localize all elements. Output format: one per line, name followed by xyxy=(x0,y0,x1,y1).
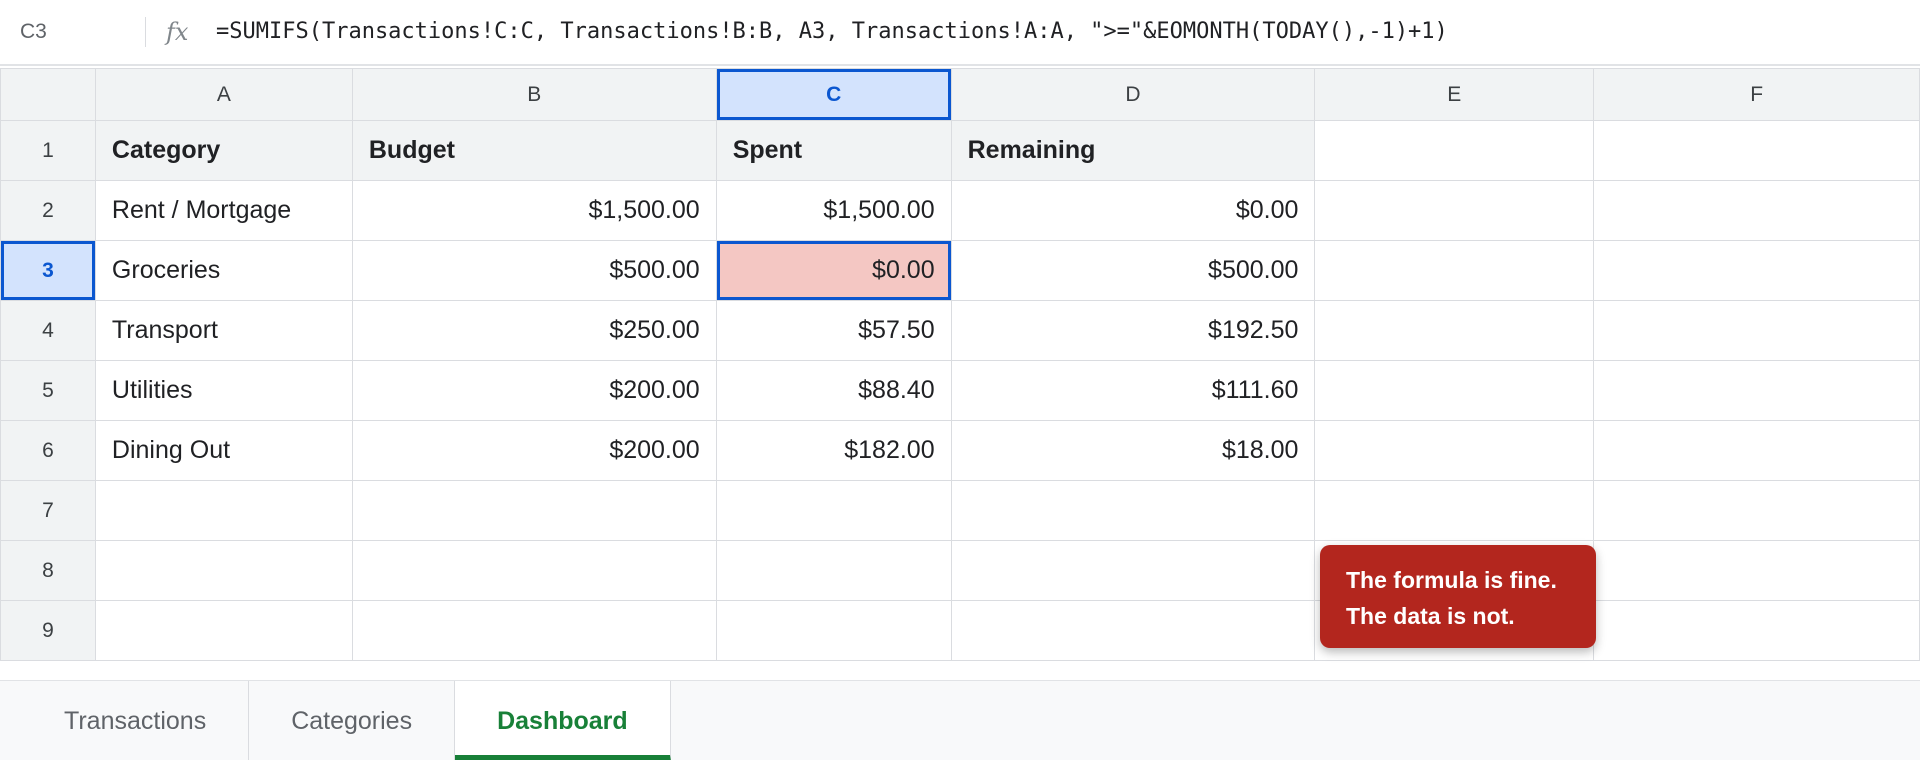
cell-b9[interactable] xyxy=(351,600,717,661)
column-header-d[interactable]: D xyxy=(950,68,1316,121)
cell-e7[interactable] xyxy=(1314,480,1595,541)
cell-c8[interactable] xyxy=(715,540,952,601)
cell-e3[interactable] xyxy=(1314,240,1595,301)
callout-line-1: The formula is fine. xyxy=(1346,567,1557,593)
cell-b7[interactable] xyxy=(351,480,717,541)
cell-e4[interactable] xyxy=(1314,300,1595,361)
cell-d3[interactable]: $500.00 xyxy=(950,240,1316,301)
cell-f7[interactable] xyxy=(1593,480,1920,541)
cell-b6[interactable]: $200.00 xyxy=(351,420,717,481)
cell-f4[interactable] xyxy=(1593,300,1920,361)
row-header[interactable]: 9 xyxy=(0,600,96,661)
cell-f2[interactable] xyxy=(1593,180,1920,241)
cell-c4[interactable]: $57.50 xyxy=(715,300,952,361)
cell-c1[interactable]: Spent xyxy=(715,120,952,181)
fx-icon: fx xyxy=(166,18,189,46)
cell-a3[interactable]: Groceries xyxy=(94,240,353,301)
table-row: 6 Dining Out $200.00 $182.00 $18.00 xyxy=(0,420,1920,481)
cell-e5[interactable] xyxy=(1314,360,1595,421)
callout-line-2: The data is not. xyxy=(1346,603,1515,629)
table-row: 1 Category Budget Spent Remaining xyxy=(0,120,1920,181)
column-header-e[interactable]: E xyxy=(1314,68,1595,121)
cell-f6[interactable] xyxy=(1593,420,1920,481)
select-all-corner[interactable] xyxy=(0,68,96,121)
cell-f8[interactable] xyxy=(1593,540,1920,601)
name-box[interactable]: C3 xyxy=(0,17,146,47)
cell-c5[interactable]: $88.40 xyxy=(715,360,952,421)
column-header-f[interactable]: F xyxy=(1593,68,1920,121)
cell-c6[interactable]: $182.00 xyxy=(715,420,952,481)
cell-d4[interactable]: $192.50 xyxy=(950,300,1316,361)
cell-c2[interactable]: $1,500.00 xyxy=(715,180,952,241)
cell-d2[interactable]: $0.00 xyxy=(950,180,1316,241)
cell-f5[interactable] xyxy=(1593,360,1920,421)
cell-d6[interactable]: $18.00 xyxy=(950,420,1316,481)
row-header[interactable]: 3 xyxy=(0,240,96,301)
cell-b2[interactable]: $1,500.00 xyxy=(351,180,717,241)
cell-f1[interactable] xyxy=(1593,120,1920,181)
cell-d8[interactable] xyxy=(950,540,1316,601)
cell-a2[interactable]: Rent / Mortgage xyxy=(94,180,353,241)
table-row: 3 Groceries $500.00 $0.00 $500.00 xyxy=(0,240,1920,301)
column-header-b[interactable]: B xyxy=(351,68,717,121)
cell-d9[interactable] xyxy=(950,600,1316,661)
cell-a9[interactable] xyxy=(94,600,353,661)
cell-c7[interactable] xyxy=(715,480,952,541)
cell-a1[interactable]: Category xyxy=(94,120,353,181)
formula-input[interactable]: =SUMIFS(Transactions!C:C, Transactions!B… xyxy=(216,17,1448,47)
table-row: 2 Rent / Mortgage $1,500.00 $1,500.00 $0… xyxy=(0,180,1920,241)
cell-c3-selected[interactable]: $0.00 xyxy=(715,240,952,301)
row-header[interactable]: 5 xyxy=(0,360,96,421)
cell-a7[interactable] xyxy=(94,480,353,541)
cell-b3[interactable]: $500.00 xyxy=(351,240,717,301)
row-header[interactable]: 2 xyxy=(0,180,96,241)
formula-bar: C3 fx =SUMIFS(Transactions!C:C, Transact… xyxy=(0,0,1920,66)
cell-a6[interactable]: Dining Out xyxy=(94,420,353,481)
annotation-callout: The formula is fine. The data is not. xyxy=(1320,545,1596,648)
table-row: 8 xyxy=(0,540,1920,601)
row-header[interactable]: 4 xyxy=(0,300,96,361)
cell-e2[interactable] xyxy=(1314,180,1595,241)
cell-f9[interactable] xyxy=(1593,600,1920,661)
row-header[interactable]: 1 xyxy=(0,120,96,181)
column-header-a[interactable]: A xyxy=(94,68,353,121)
cell-c9[interactable] xyxy=(715,600,952,661)
tab-categories[interactable]: Categories xyxy=(249,681,456,760)
cell-e6[interactable] xyxy=(1314,420,1595,481)
tab-transactions[interactable]: Transactions xyxy=(0,681,250,760)
cell-a4[interactable]: Transport xyxy=(94,300,353,361)
row-header[interactable]: 8 xyxy=(0,540,96,601)
cell-b8[interactable] xyxy=(351,540,717,601)
cell-e1[interactable] xyxy=(1314,120,1595,181)
cell-f3[interactable] xyxy=(1593,240,1920,301)
table-row: 9 xyxy=(0,600,1920,661)
column-header-c[interactable]: C xyxy=(715,68,952,121)
cell-d7[interactable] xyxy=(950,480,1316,541)
row-header[interactable]: 6 xyxy=(0,420,96,481)
table-row: 4 Transport $250.00 $57.50 $192.50 xyxy=(0,300,1920,361)
spreadsheet-grid: A B C D E F 1 Category Budget Spent Rema… xyxy=(0,68,1920,661)
cell-b4[interactable]: $250.00 xyxy=(351,300,717,361)
cell-d1[interactable]: Remaining xyxy=(950,120,1316,181)
table-row: 7 xyxy=(0,480,1920,541)
tab-dashboard[interactable]: Dashboard xyxy=(455,681,671,760)
cell-d5[interactable]: $111.60 xyxy=(950,360,1316,421)
row-header[interactable]: 7 xyxy=(0,480,96,541)
cell-a8[interactable] xyxy=(94,540,353,601)
cell-b1[interactable]: Budget xyxy=(351,120,717,181)
table-row: 5 Utilities $200.00 $88.40 $111.60 xyxy=(0,360,1920,421)
sheet-tabs-bar: Transactions Categories Dashboard xyxy=(0,680,1920,760)
cell-a5[interactable]: Utilities xyxy=(94,360,353,421)
cell-b5[interactable]: $200.00 xyxy=(351,360,717,421)
